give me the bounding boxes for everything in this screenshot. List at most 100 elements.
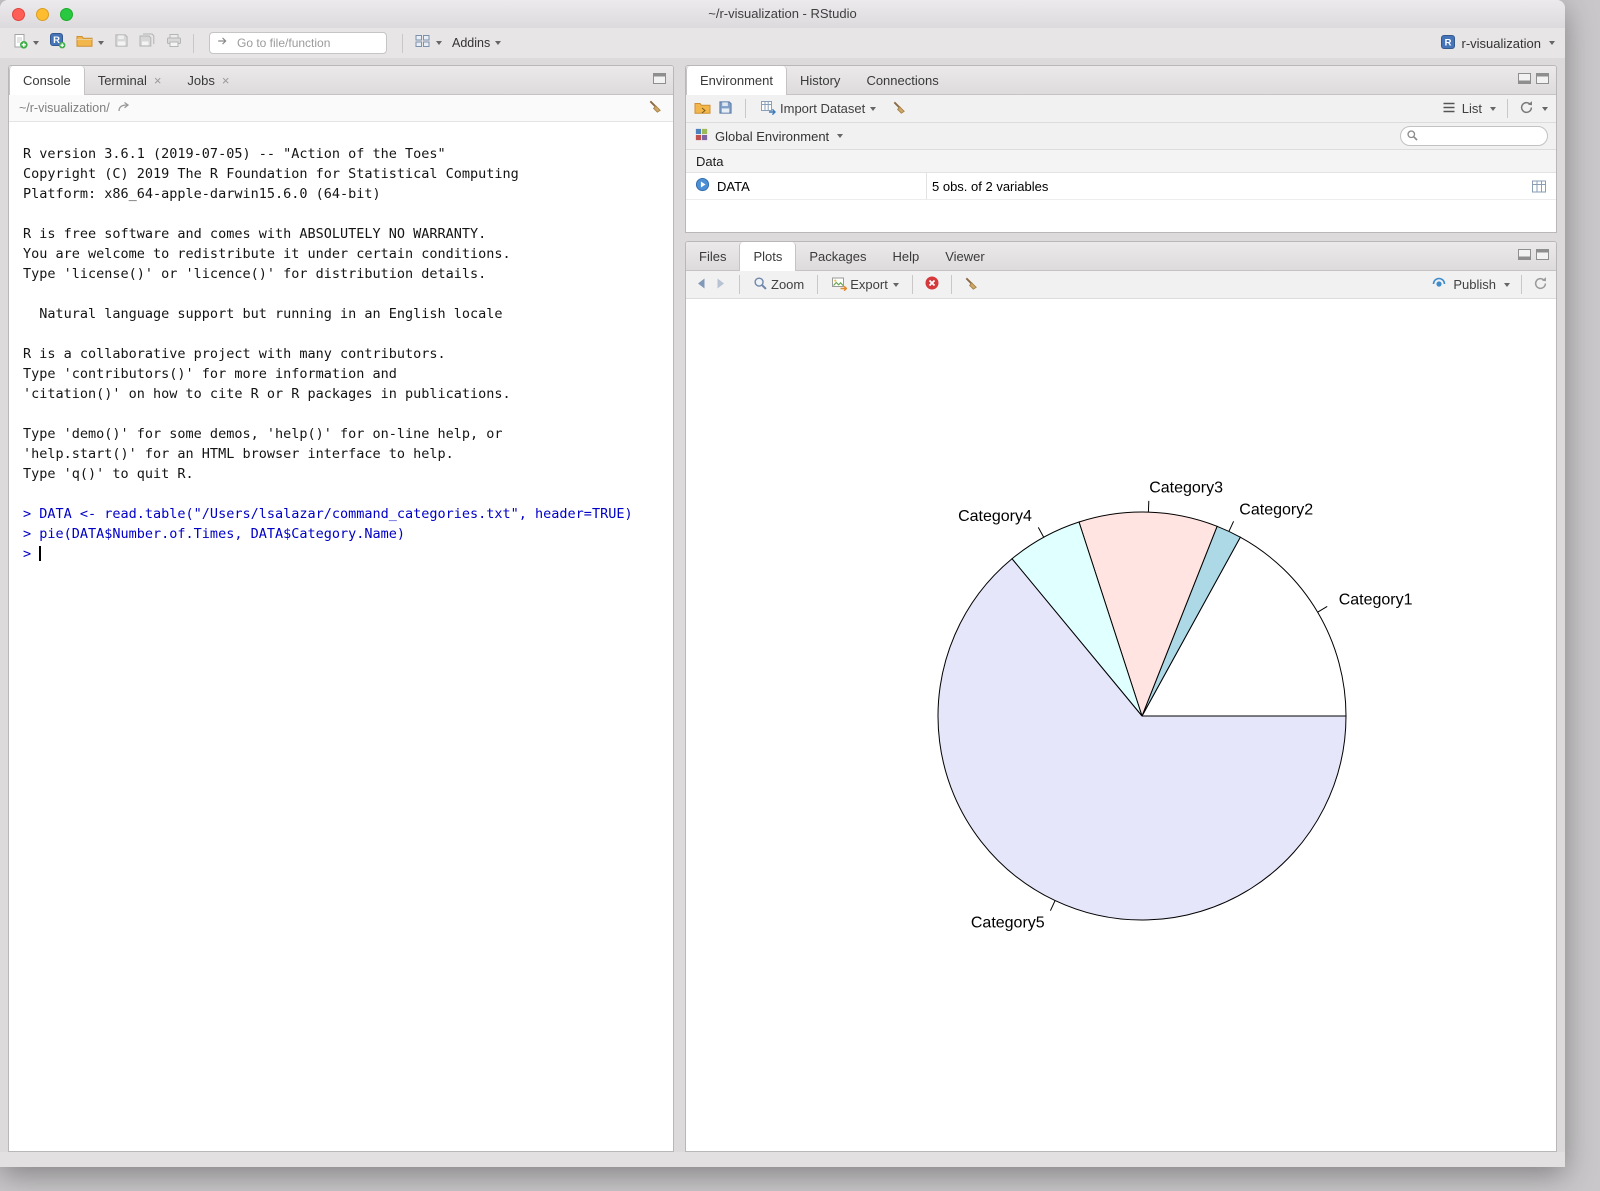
environment-toolbar: Import Dataset List (686, 95, 1556, 123)
chevron-down-icon (837, 134, 843, 138)
goto-arrow-icon (216, 34, 230, 53)
console-output[interactable]: R version 3.6.1 (2019-07-05) -- "Action … (9, 122, 673, 1151)
save-all-icon (139, 33, 156, 54)
zoom-label: Zoom (771, 277, 804, 292)
load-workspace-button[interactable] (694, 100, 711, 118)
tab-files[interactable]: Files (686, 242, 739, 270)
chevron-down-icon (1542, 107, 1548, 111)
next-plot-button[interactable] (714, 277, 728, 293)
save-all-button[interactable] (135, 31, 160, 56)
chevron-down-icon (870, 107, 876, 111)
remove-plot-button[interactable] (924, 275, 940, 294)
project-menu-button[interactable]: R r-visualization (1440, 34, 1557, 53)
search-icon (1406, 129, 1419, 142)
environment-pane: Environment HistoryConnections Import Dat… (685, 65, 1557, 233)
export-icon (831, 276, 847, 294)
pie-label-tick (1229, 521, 1234, 531)
tab-environment[interactable]: Environment (686, 66, 787, 95)
toolbar-separator (193, 34, 194, 53)
environment-scope-row: Global Environment (686, 123, 1556, 150)
toolbar-separator (1507, 99, 1508, 118)
expand-object-icon[interactable] (695, 177, 710, 195)
minimize-pane-icon[interactable] (1518, 71, 1531, 89)
tab-label: Plots (753, 249, 782, 264)
pie-slice-label: Category5 (971, 915, 1045, 932)
save-icon (114, 33, 129, 53)
tab-connections[interactable]: Connections (853, 66, 951, 94)
environment-scope-label[interactable]: Global Environment (715, 129, 829, 144)
console-output-line: Type 'contributors()' for more informati… (23, 364, 667, 384)
console-output-line: R is free software and comes with ABSOLU… (23, 224, 667, 244)
goto-file-search[interactable] (209, 32, 387, 54)
toolbar-separator (402, 34, 403, 53)
rstudio-window: ~/r-visualization - RStudio R (0, 0, 1565, 1167)
view-data-button[interactable] (1522, 173, 1556, 199)
save-button[interactable] (110, 31, 133, 55)
maximize-pane-icon[interactable] (1536, 247, 1549, 265)
tab-label: Help (892, 249, 919, 264)
list-view-label[interactable]: List (1462, 101, 1482, 116)
import-dataset-button[interactable]: Import Dataset (758, 97, 878, 120)
goto-file-input[interactable] (235, 35, 394, 51)
environment-search-input[interactable] (1400, 126, 1548, 146)
save-workspace-button[interactable] (718, 100, 733, 118)
zoom-plot-button[interactable]: Zoom (751, 274, 806, 296)
window-title: ~/r-visualization - RStudio (0, 0, 1565, 28)
publish-icon (1431, 275, 1447, 294)
chevron-down-icon (33, 41, 39, 45)
zoom-icon (753, 276, 768, 294)
console-output-line (23, 484, 667, 504)
plots-tabbar: Files Plots Packages Help Viewer (686, 242, 1556, 271)
tab-label: Environment (700, 73, 773, 88)
console-input-line: > pie(DATA$Number.of.Times, DATA$Categor… (23, 524, 667, 544)
clear-console-button[interactable] (647, 99, 663, 117)
environment-section-header: Data (686, 150, 1556, 173)
new-project-icon: R (49, 32, 66, 54)
tab-label: Packages (809, 249, 866, 264)
list-view-icon (1442, 101, 1456, 117)
tab-viewer[interactable]: Viewer (932, 242, 998, 270)
tab-label: Terminal (98, 73, 147, 88)
print-button[interactable] (162, 31, 186, 55)
new-file-button[interactable] (8, 31, 43, 56)
clear-environment-button[interactable] (891, 100, 907, 118)
toolbar-separator (745, 99, 746, 118)
tab-label: Console (23, 73, 71, 88)
tab-packages[interactable]: Packages (796, 242, 879, 270)
console-output-line: Type 'q()' to quit R. (23, 464, 667, 484)
pane-layout-button[interactable] (410, 31, 446, 56)
previous-plot-button[interactable] (694, 277, 708, 293)
maximize-pane-icon[interactable] (653, 71, 666, 89)
refresh-environment-button[interactable] (1519, 100, 1534, 118)
show-in-folder-icon[interactable] (117, 101, 131, 116)
workspace: ConsoleTerminal×Jobs× ~/r-visualization/… (0, 58, 1565, 1152)
console-output-line: Type 'license()' or 'licence()' for dist… (23, 264, 667, 284)
pie-label-tick (1318, 606, 1328, 612)
tab-console[interactable]: Console (9, 66, 85, 95)
tab-history[interactable]: History (787, 66, 853, 94)
console-input-line: > DATA <- read.table("/Users/lsalazar/co… (23, 504, 667, 524)
open-file-button[interactable] (72, 31, 108, 55)
tab-help[interactable]: Help (879, 242, 932, 270)
publish-label[interactable]: Publish (1453, 277, 1496, 292)
console-tabbar: ConsoleTerminal×Jobs× (9, 66, 673, 95)
maximize-pane-icon[interactable] (1536, 71, 1549, 89)
print-icon (166, 33, 182, 53)
r-project-icon: R (1440, 34, 1456, 53)
addins-button[interactable]: Addins (448, 34, 505, 52)
refresh-plot-button[interactable] (1533, 276, 1548, 294)
console-output-line: R version 3.6.1 (2019-07-05) -- "Action … (23, 144, 667, 164)
tab-plots[interactable]: Plots (739, 242, 796, 271)
new-project-button[interactable]: R (45, 30, 70, 56)
environment-object-row[interactable]: DATA5 obs. of 2 variables (686, 173, 1556, 200)
tab-terminal[interactable]: Terminal × (85, 66, 175, 94)
close-tab-icon[interactable]: × (154, 74, 162, 87)
export-plot-button[interactable]: Export (829, 274, 901, 296)
console-output-line: R is a collaborative project with many c… (23, 344, 667, 364)
tab-jobs[interactable]: Jobs× (174, 66, 242, 94)
minimize-pane-icon[interactable] (1518, 247, 1531, 265)
close-tab-icon[interactable]: × (222, 74, 230, 87)
clear-all-plots-button[interactable] (963, 276, 979, 294)
console-output-line: 'help.start()' for an HTML browser inter… (23, 444, 667, 464)
pie-chart: Category1Category2Category3Category4Cate… (686, 299, 1556, 1152)
